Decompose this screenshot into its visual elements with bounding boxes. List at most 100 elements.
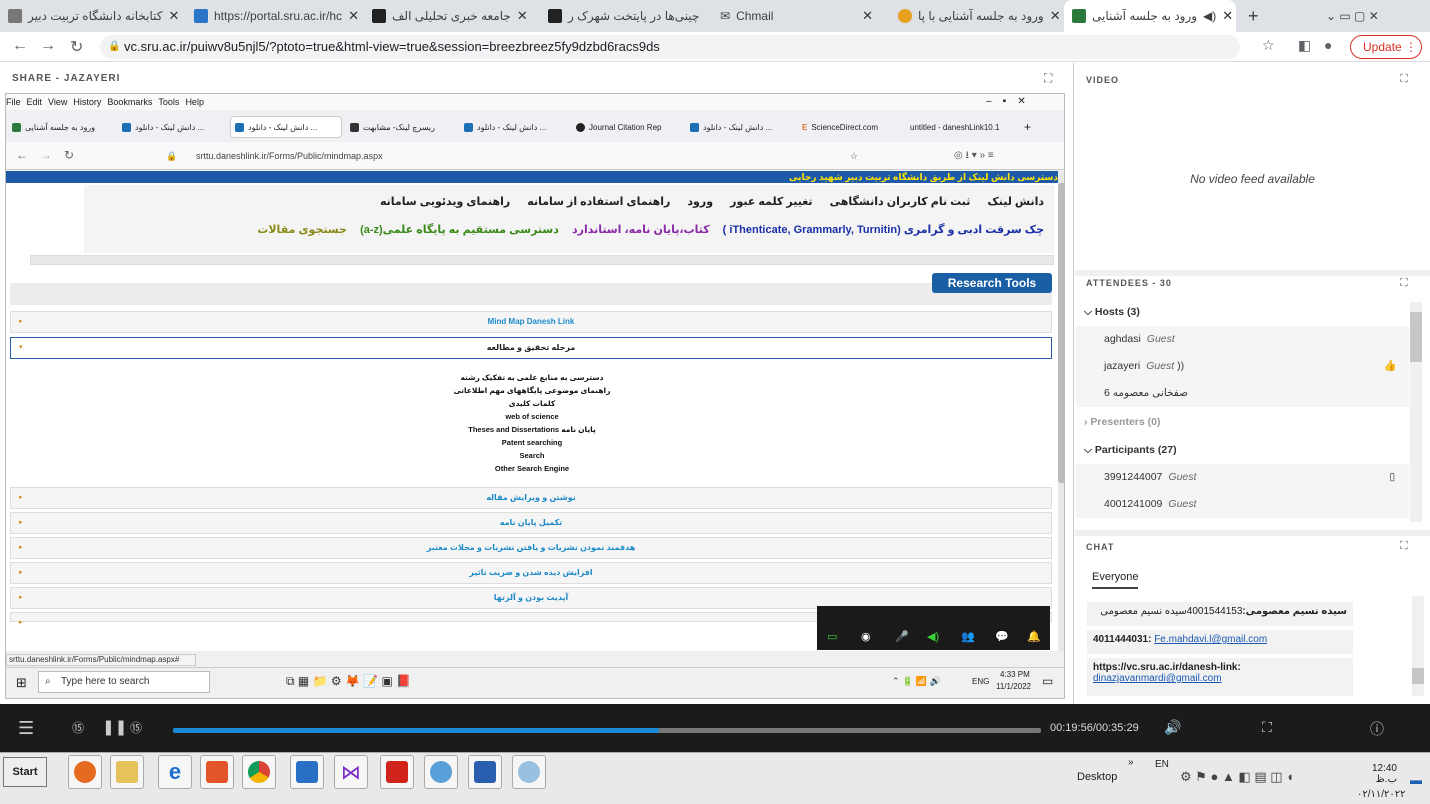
- speaker-icon[interactable]: ◀): [1203, 9, 1216, 23]
- back-icon[interactable]: ←: [12, 37, 28, 55]
- scroll-thumb[interactable]: [1058, 183, 1064, 483]
- sub-item[interactable]: راهنمای موضوعی پایگاههای مهم اطلاعاتی: [6, 386, 1058, 395]
- message-link[interactable]: dinazjavanmardi@gmail.com: [1093, 673, 1222, 684]
- visual-studio-icon[interactable]: ⋈: [334, 755, 368, 789]
- sub-item[interactable]: Patent searching: [6, 438, 1058, 447]
- menu-help[interactable]: Help: [185, 97, 204, 107]
- progress-track[interactable]: [173, 728, 1041, 733]
- internet-explorer-icon[interactable]: e: [158, 755, 192, 789]
- firefox-icon[interactable]: [68, 755, 102, 789]
- maximize-icon[interactable]: ⛶: [1400, 540, 1408, 553]
- word-icon[interactable]: [468, 755, 502, 789]
- accordion-impact[interactable]: ▸ افزایش دیده شدن و ضریب تاثیر: [10, 562, 1052, 584]
- window-controls[interactable]: ⌄ ▭ ▢ ✕: [1318, 0, 1418, 32]
- research-tools-button[interactable]: Research Tools: [932, 273, 1052, 293]
- close-icon[interactable]: ✕: [862, 8, 873, 24]
- chrome-icon[interactable]: [242, 755, 276, 789]
- maximize-icon[interactable]: ⛶: [1044, 71, 1052, 86]
- nav-guide[interactable]: راهنمای استفاده از سامانه: [527, 196, 670, 208]
- ff-tab[interactable]: ورود به جلسه آشنایی: [8, 116, 114, 138]
- nav-change-password[interactable]: تغییر کلمه عبور: [730, 196, 812, 208]
- app-icon[interactable]: [200, 755, 234, 789]
- tab-chmail[interactable]: ✉ Chmail ✕: [712, 0, 882, 32]
- forward-icon[interactable]: →: [40, 37, 56, 55]
- menu-bookmarks[interactable]: Bookmarks: [107, 97, 152, 107]
- close-icon[interactable]: ✕: [1222, 8, 1233, 24]
- show-desktop-icon[interactable]: ▬: [1410, 773, 1422, 787]
- tab-meeting-active[interactable]: ورود به جلسه آشنایی ◀) ✕: [1064, 0, 1236, 32]
- ff-tab[interactable]: Journal Citation Rep: [572, 116, 682, 138]
- tab-library[interactable]: کتابخانه دانشگاه تربیت دبیر ✕: [0, 0, 180, 32]
- bell-icon[interactable]: 🔔: [1027, 630, 1041, 643]
- sub-item[interactable]: Search: [6, 451, 1058, 460]
- accordion-writing[interactable]: ▸ نوشتن و ویرایش مقاله: [10, 487, 1052, 509]
- volume-icon[interactable]: 🔊: [1164, 719, 1181, 736]
- message-link[interactable]: Fe.mahdavi.l@gmail.com: [1154, 634, 1267, 645]
- new-tab-button[interactable]: +: [1240, 0, 1264, 32]
- nav-books-theses[interactable]: کتاب،پایان نامه، استاندارد: [572, 224, 710, 236]
- desktop-toolbar[interactable]: Desktop: [1077, 771, 1117, 783]
- media-icon[interactable]: [290, 755, 324, 789]
- close-icon[interactable]: ✕: [168, 8, 179, 24]
- accordion-mindmap[interactable]: ▸ Mind Map Danesh Link: [10, 311, 1052, 333]
- tab-news[interactable]: چینی‌ها در پایتخت شهرک ر ✕: [540, 0, 706, 32]
- fullscreen-icon[interactable]: ⛶: [1262, 719, 1272, 736]
- attendee-row[interactable]: 4001241009 Guest: [1076, 491, 1409, 518]
- reload-icon[interactable]: ↻: [64, 148, 74, 162]
- back-icon[interactable]: ←: [16, 148, 28, 162]
- attendee-row[interactable]: jazayeri Guest )) 👍: [1076, 353, 1409, 380]
- pinned-apps[interactable]: ⧉ ▦ 📁 ⚙ 🦊 📝 ▣ 📕: [286, 674, 411, 689]
- nav-video-guide[interactable]: راهنمای ویدئویی سامانه: [380, 196, 510, 208]
- toolbar-icons[interactable]: ◎ ⭳ ▾ » ≡: [954, 148, 994, 165]
- tab-meeting-1[interactable]: ورود به جلسه آشنایی با پا ✕: [890, 0, 1060, 32]
- close-icon[interactable]: ✕: [1050, 8, 1060, 24]
- attendee-row[interactable]: صفخانی معصومه 6: [1076, 380, 1409, 407]
- ff-url-field[interactable]: 🔒 srttu.daneshlink.ir/Forms/Public/mindma…: [156, 146, 866, 166]
- attendees-icon[interactable]: 👥: [961, 630, 975, 643]
- search-input[interactable]: ⌕ Type here to search: [38, 671, 210, 693]
- scroll-thumb[interactable]: [1410, 312, 1422, 362]
- accordion-journals[interactable]: ▸ هدفمند نمودن نشریات و یافتن نشریات و مج…: [10, 537, 1052, 559]
- system-tray-icons[interactable]: ⌃ 🔋 📶 🔊: [892, 676, 941, 687]
- window-controls[interactable]: – ▪ ✕: [986, 96, 1026, 107]
- chevron-icon[interactable]: »: [1128, 757, 1134, 768]
- windows-icon[interactable]: ⊞: [16, 675, 27, 691]
- nav-direct-access[interactable]: دسترسی مستقیم به پایگاه علمی(a-z): [360, 224, 559, 236]
- nav-login[interactable]: ورود: [687, 196, 713, 208]
- webcam-icon[interactable]: ◉: [861, 630, 871, 643]
- update-button[interactable]: Update ⋮: [1350, 35, 1422, 59]
- star-icon[interactable]: ☆: [850, 146, 858, 166]
- profile-icon[interactable]: ●: [1324, 37, 1332, 53]
- scroll-thumb[interactable]: [1412, 668, 1424, 684]
- menu-edit[interactable]: Edit: [27, 97, 43, 107]
- sub-item[interactable]: کلمات کلیدی: [6, 399, 1058, 408]
- sub-item[interactable]: Theses and Dissertations پایان نامه: [6, 425, 1058, 434]
- explorer-icon[interactable]: [110, 755, 144, 789]
- tray-icons[interactable]: ⚙ ⚑ ● ▲ ◧ ▤ ◫ ◖: [1180, 769, 1294, 785]
- microphone-icon[interactable]: 🎤: [895, 630, 909, 643]
- accordion-thesis[interactable]: ▸ تکمیل پایان نامه: [10, 512, 1052, 534]
- menu-tools[interactable]: Tools: [158, 97, 179, 107]
- forward-icon[interactable]: →: [40, 148, 52, 162]
- pause-icon[interactable]: ❚❚: [102, 718, 127, 736]
- ff-tab[interactable]: دانش لینک - دانلود ...: [460, 116, 568, 138]
- menu-view[interactable]: View: [48, 97, 67, 107]
- rewind-15-icon[interactable]: ⑮: [72, 719, 84, 736]
- nav-article-search[interactable]: جستجوی مقالات: [257, 224, 347, 236]
- close-icon[interactable]: ✕: [348, 8, 359, 24]
- chat-scrollbar[interactable]: [1412, 596, 1424, 696]
- tab-alef[interactable]: جامعه خبری تحلیلی الف ✕: [364, 0, 536, 32]
- info-icon[interactable]: ⓘ: [1370, 719, 1384, 739]
- close-icon[interactable]: ✕: [705, 8, 706, 24]
- nav-register[interactable]: ثبت نام کاربران دانشگاهی: [830, 196, 971, 208]
- attendees-scrollbar[interactable]: [1410, 302, 1422, 522]
- sub-item[interactable]: Other Search Engine: [6, 464, 1058, 473]
- share-screen-icon[interactable]: ▭: [827, 630, 837, 643]
- ff-tab[interactable]: ریسرچ لینک- مشابهت: [346, 116, 456, 138]
- maximize-icon[interactable]: ⛶: [1400, 277, 1408, 290]
- ff-tab[interactable]: دانش لینک - دانلود ...: [686, 116, 794, 138]
- accordion-research[interactable]: ▾ مرحله تحقیق و مطالعه: [10, 337, 1052, 359]
- presenters-group[interactable]: › Presenters (0): [1076, 409, 1409, 436]
- attendee-row[interactable]: 3991244007 Guest ▯: [1076, 464, 1409, 491]
- ff-tab[interactable]: E ScienceDirect.com: [798, 116, 902, 138]
